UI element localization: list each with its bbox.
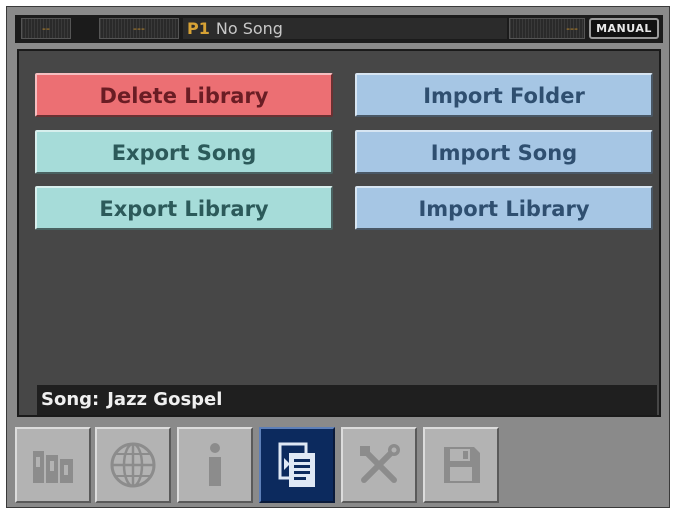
tab-library[interactable]: [15, 427, 91, 503]
globe-icon: [110, 442, 156, 488]
info-icon: [209, 443, 221, 486]
file-transfer-icon: [278, 442, 315, 487]
tab-save[interactable]: [423, 427, 499, 503]
tools-icon: [360, 444, 400, 483]
file-operations-panel: Delete Library Import Folder Export Song…: [17, 49, 661, 417]
tab-settings[interactable]: [341, 427, 417, 503]
song-status-value: Jazz Gospel: [107, 389, 223, 410]
song-status-label: Song:: [41, 389, 100, 410]
import-library-button[interactable]: Import Library: [355, 186, 653, 230]
top-status-bar: -- --- P1 No Song --- MANUAL: [15, 15, 663, 43]
tab-info[interactable]: [177, 427, 253, 503]
mode-button[interactable]: MANUAL: [589, 18, 659, 39]
save-icon: [444, 447, 480, 483]
song-name: No Song: [215, 19, 283, 38]
device-screen: -- --- P1 No Song --- MANUAL Delete Libra…: [6, 6, 670, 508]
segment-display-1: --: [21, 18, 71, 39]
segment-display-3: ---: [509, 18, 585, 39]
song-status-line: Song: Jazz Gospel: [37, 385, 657, 415]
import-song-button[interactable]: Import Song: [355, 130, 653, 174]
library-icon: [33, 451, 73, 483]
program-number: P1: [187, 19, 210, 38]
delete-library-button[interactable]: Delete Library: [35, 73, 333, 117]
export-library-button[interactable]: Export Library: [35, 186, 333, 230]
tab-file-transfer[interactable]: [259, 427, 335, 503]
segment-display-2: ---: [99, 18, 179, 39]
tab-network[interactable]: [95, 427, 171, 503]
export-song-button[interactable]: Export Song: [35, 130, 333, 174]
import-folder-button[interactable]: Import Folder: [355, 73, 653, 117]
current-song-display: P1 No Song: [183, 18, 507, 39]
